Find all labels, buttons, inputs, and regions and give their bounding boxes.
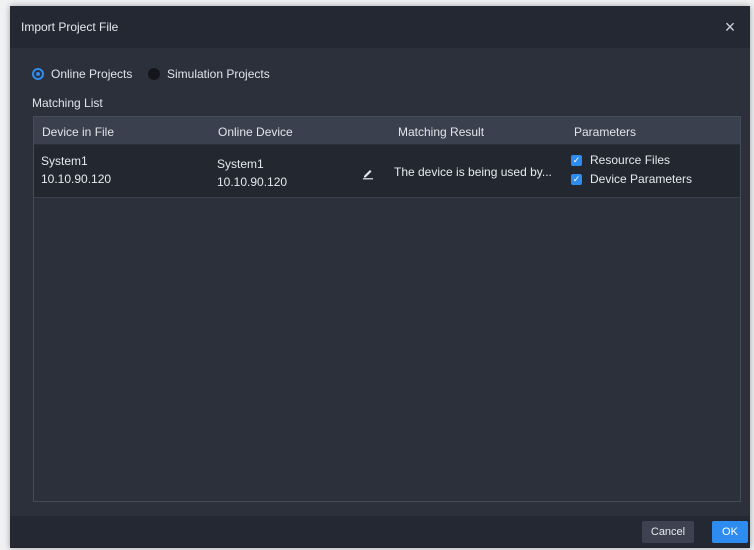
device-in-file-ip: 10.10.90.120 [41, 172, 112, 186]
simulation-projects-label: Simulation Projects [167, 67, 270, 81]
column-header-parameters: Parameters [574, 125, 637, 139]
table-header: Device in File Online Device Matching Re… [34, 117, 740, 144]
online-projects-label: Online Projects [51, 67, 133, 81]
column-header-device-in-file: Device in File [42, 125, 115, 139]
close-icon[interactable]: × [719, 16, 741, 38]
resource-files-label: Resource Files [590, 153, 671, 167]
dialog-footer: Cancel OK [10, 516, 750, 548]
table-row[interactable]: System1 10.10.90.120 System1 10.10.90.12… [34, 145, 740, 198]
radio-unselected-icon [148, 68, 160, 80]
cancel-button[interactable]: Cancel [642, 521, 694, 543]
checkbox-checked-icon: ✓ [571, 173, 582, 185]
online-device-name: System1 [217, 157, 264, 171]
radio-selected-icon [32, 68, 44, 80]
checkbox-checked-icon: ✓ [571, 154, 582, 166]
ok-button[interactable]: OK [712, 521, 748, 543]
column-header-matching-result: Matching Result [398, 125, 485, 139]
matching-list-table: Device in File Online Device Matching Re… [33, 116, 741, 502]
device-parameters-checkbox[interactable]: ✓ Device Parameters [571, 172, 692, 186]
column-header-online-device: Online Device [218, 125, 293, 139]
device-in-file-name: System1 [41, 154, 88, 168]
dialog-title: Import Project File [21, 20, 119, 34]
edit-pencil-icon[interactable] [361, 166, 375, 180]
online-projects-radio[interactable]: Online Projects [32, 67, 132, 81]
device-parameters-label: Device Parameters [590, 172, 693, 186]
online-device-ip: 10.10.90.120 [217, 175, 288, 189]
simulation-projects-radio[interactable]: Simulation Projects [148, 67, 270, 81]
import-project-dialog: Import Project File × Online Projects Si… [10, 6, 750, 548]
resource-files-checkbox[interactable]: ✓ Resource Files [571, 153, 670, 167]
matching-result-text: The device is being used by... [394, 165, 552, 179]
dialog-titlebar: Import Project File × [10, 6, 750, 48]
matching-list-label: Matching List [32, 96, 103, 110]
